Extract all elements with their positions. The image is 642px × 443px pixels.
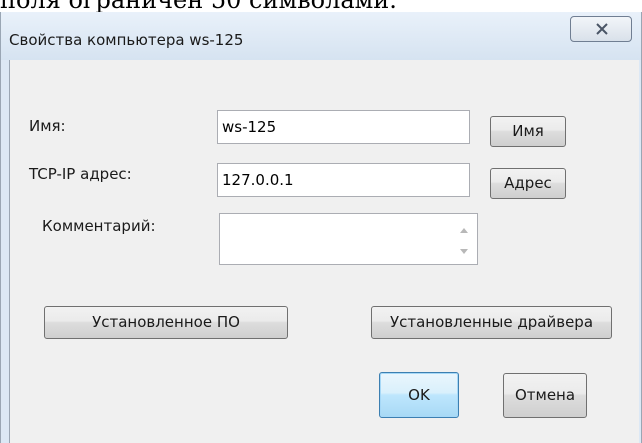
scroll-down-arrow-icon	[460, 249, 468, 254]
computer-properties-dialog: Свойства компьютера ws-125 Имя: ws-125 И…	[0, 12, 642, 443]
comment-textarea[interactable]	[219, 213, 478, 265]
close-icon	[596, 23, 608, 35]
scroll-up-arrow-icon	[460, 228, 468, 233]
comment-label: Комментарий:	[42, 217, 156, 235]
ip-address-label: TCP-IP адрес:	[29, 165, 132, 183]
title-bar: Свойства компьютера ws-125	[1, 12, 641, 60]
installed-drivers-button[interactable]: Установленные драйвера	[371, 306, 612, 339]
name-input[interactable]: ws-125	[217, 110, 470, 144]
name-button[interactable]: Имя	[490, 116, 566, 147]
dialog-body: Имя: ws-125 Имя TCP-IP адрес: 127.0.0.1 …	[9, 60, 639, 443]
comment-scrollbar[interactable]	[452, 215, 476, 263]
document-text-above: поля ограничен 50 символами.	[0, 0, 642, 12]
ok-button[interactable]: OK	[379, 372, 459, 418]
window-title: Свойства компьютера ws-125	[9, 31, 244, 49]
close-button[interactable]	[570, 16, 632, 42]
installed-software-button[interactable]: Установленное ПО	[44, 306, 288, 339]
name-label: Имя:	[29, 117, 66, 135]
cancel-button[interactable]: Отмена	[503, 373, 587, 418]
address-button[interactable]: Адрес	[490, 168, 566, 199]
ip-address-input[interactable]: 127.0.0.1	[217, 163, 470, 197]
